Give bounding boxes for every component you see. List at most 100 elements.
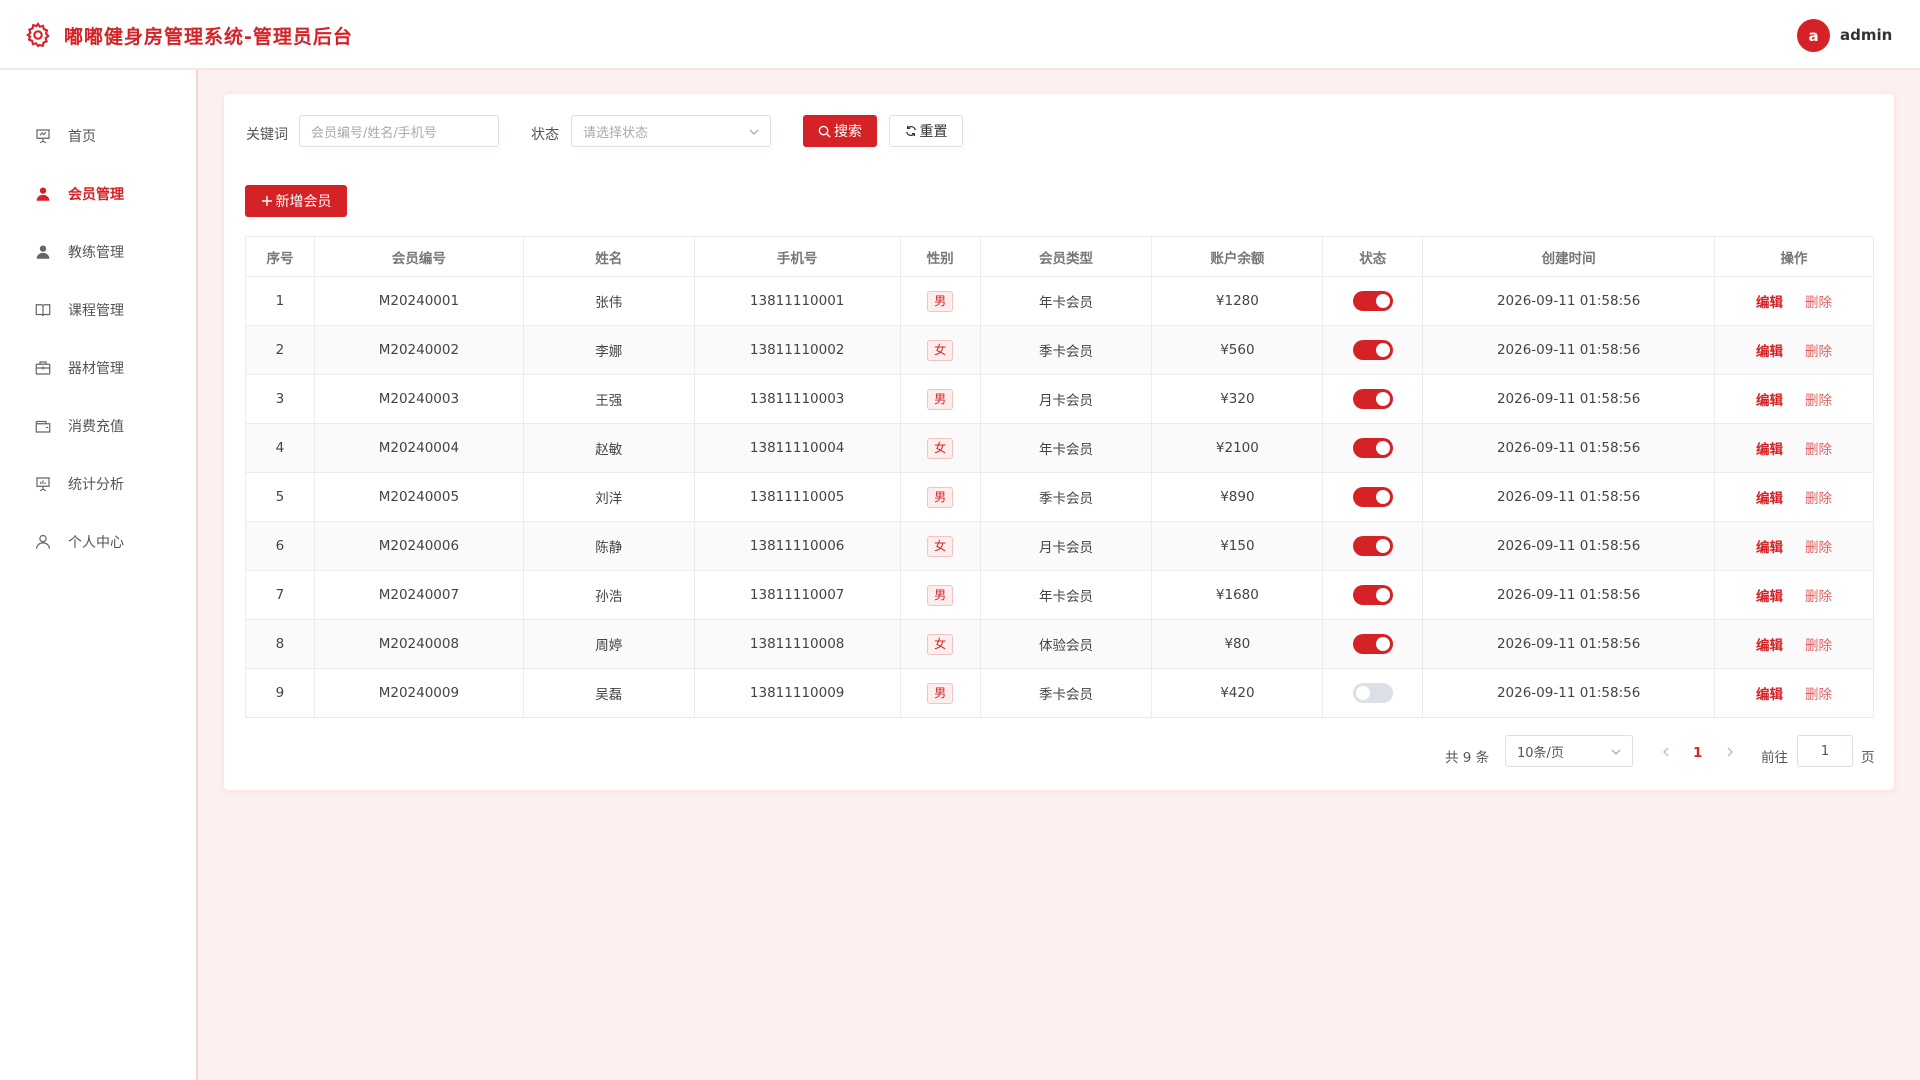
gender-cell: 男 [900, 374, 981, 424]
delete-link[interactable]: 删除 [1805, 393, 1832, 409]
member-type: 年卡会员 [980, 570, 1153, 620]
sidebar-item-profile[interactable]: 个人中心 [0, 522, 196, 562]
sidebar-item-courses[interactable]: 课程管理 [0, 290, 196, 330]
status-toggle[interactable] [1352, 340, 1393, 360]
member-id: M20240007 [314, 570, 524, 620]
edit-link[interactable]: 编辑 [1756, 295, 1783, 311]
column-header: 创建时间 [1422, 236, 1716, 277]
goto-page-input[interactable]: 1 [1797, 735, 1853, 767]
column-header: 状态 [1322, 236, 1424, 277]
prev-page-icon[interactable] [1660, 746, 1672, 758]
sidebar-item-label: 统计分析 [68, 477, 124, 493]
member-balance: ¥150 [1151, 521, 1324, 571]
status-select[interactable]: 请选择状态 [571, 115, 771, 147]
sidebar-item-home[interactable]: 首页 [0, 116, 196, 156]
delete-link[interactable]: 删除 [1805, 491, 1832, 507]
presentation-icon [36, 129, 50, 144]
status-toggle[interactable] [1352, 683, 1393, 703]
delete-link[interactable]: 删除 [1805, 540, 1832, 556]
status-toggle[interactable] [1352, 585, 1393, 605]
gender-tag: 女 [927, 535, 954, 557]
keyword-input[interactable]: 会员编号/姓名/手机号 [299, 115, 499, 147]
gender-cell: 女 [900, 521, 981, 571]
actions-cell: 编辑 删除 [1714, 570, 1874, 620]
chart-board-icon [36, 477, 50, 492]
page-size-select[interactable]: 10条/页 [1505, 735, 1633, 767]
username[interactable]: admin [1840, 26, 1892, 44]
column-header: 操作 [1714, 236, 1874, 277]
table-row: 8 M20240008 周婷 13811110008 女 体验会员 ¥80 2026-09-1… [245, 619, 1874, 669]
member-name: 王强 [523, 374, 695, 424]
status-toggle[interactable] [1352, 536, 1393, 556]
member-type: 月卡会员 [980, 521, 1153, 571]
created-time: 2026-09-11 01:58:56 [1422, 570, 1716, 620]
sidebar-item-equipment[interactable]: 器材管理 [0, 348, 196, 388]
page-size-value: 10条/页 [1517, 745, 1564, 761]
gender-tag: 男 [927, 388, 954, 410]
gear-icon [26, 22, 50, 48]
avatar[interactable]: a [1797, 19, 1830, 52]
member-name: 刘洋 [523, 472, 695, 522]
created-time: 2026-09-11 01:58:56 [1422, 276, 1716, 326]
delete-link[interactable]: 删除 [1805, 295, 1832, 311]
column-header: 性别 [900, 236, 981, 277]
actions-cell: 编辑 删除 [1714, 521, 1874, 571]
gender-cell: 男 [900, 472, 981, 522]
created-time: 2026-09-11 01:58:56 [1422, 521, 1716, 571]
edit-link[interactable]: 编辑 [1756, 540, 1783, 556]
sidebar-item-label: 器材管理 [68, 361, 124, 377]
status-cell [1322, 374, 1424, 424]
status-toggle[interactable] [1352, 634, 1393, 654]
delete-link[interactable]: 删除 [1805, 589, 1832, 605]
book-icon [35, 304, 51, 317]
next-page-icon[interactable] [1724, 746, 1736, 758]
sidebar-item-coaches[interactable]: 教练管理 [0, 232, 196, 272]
edit-link[interactable]: 编辑 [1756, 638, 1783, 654]
edit-link[interactable]: 编辑 [1756, 344, 1783, 360]
current-page[interactable]: 1 [1693, 745, 1702, 761]
member-type: 季卡会员 [980, 472, 1153, 522]
delete-link[interactable]: 删除 [1805, 687, 1832, 703]
add-member-button[interactable]: 新增会员 [245, 185, 347, 217]
member-balance: ¥1680 [1151, 570, 1324, 620]
reset-button[interactable]: 重置 [889, 115, 963, 147]
gender-tag: 女 [927, 437, 954, 459]
member-id: M20240003 [314, 374, 524, 424]
sidebar-item-statistics[interactable]: 统计分析 [0, 464, 196, 504]
table-row: 9 M20240009 吴磊 13811110009 男 季卡会员 ¥420 2026-09-… [245, 668, 1874, 718]
status-cell [1322, 325, 1424, 375]
wallet-icon [35, 420, 51, 433]
sidebar-item-members[interactable]: 会员管理 [0, 174, 196, 214]
status-cell [1322, 521, 1424, 571]
member-id: M20240004 [314, 423, 524, 473]
delete-link[interactable]: 删除 [1805, 638, 1832, 654]
status-toggle[interactable] [1352, 487, 1393, 507]
sidebar: 首页 会员管理 教练管理 课程管理 器材管理 消费充值 统计分析 个人中心 [0, 70, 198, 1080]
status-toggle[interactable] [1352, 389, 1393, 409]
member-phone: 13811110005 [694, 472, 901, 522]
member-type: 体验会员 [980, 619, 1153, 669]
gender-tag: 女 [927, 339, 954, 361]
row-index: 8 [245, 619, 315, 669]
edit-link[interactable]: 编辑 [1756, 393, 1783, 409]
search-button[interactable]: 搜索 [803, 115, 877, 147]
status-select-placeholder: 请选择状态 [583, 125, 649, 141]
gender-cell: 男 [900, 570, 981, 620]
status-toggle[interactable] [1352, 291, 1393, 311]
delete-link[interactable]: 删除 [1805, 344, 1832, 360]
edit-link[interactable]: 编辑 [1756, 491, 1783, 507]
member-balance: ¥560 [1151, 325, 1324, 375]
edit-link[interactable]: 编辑 [1756, 687, 1783, 703]
status-cell [1322, 570, 1424, 620]
member-id: M20240002 [314, 325, 524, 375]
actions-cell: 编辑 删除 [1714, 276, 1874, 326]
row-index: 1 [245, 276, 315, 326]
edit-link[interactable]: 编辑 [1756, 589, 1783, 605]
created-time: 2026-09-11 01:58:56 [1422, 374, 1716, 424]
delete-link[interactable]: 删除 [1805, 442, 1832, 458]
table-row: 7 M20240007 孙浩 13811110007 男 年卡会员 ¥1680 2026-09… [245, 570, 1874, 620]
status-toggle[interactable] [1352, 438, 1393, 458]
sidebar-item-billing[interactable]: 消费充值 [0, 406, 196, 446]
chevron-down-icon [1611, 749, 1621, 755]
edit-link[interactable]: 编辑 [1756, 442, 1783, 458]
